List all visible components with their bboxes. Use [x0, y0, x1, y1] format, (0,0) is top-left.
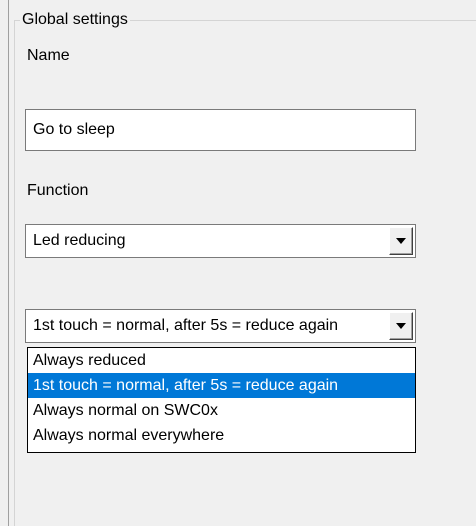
mode-select-value: 1st touch = normal, after 5s = reduce ag… [33, 317, 339, 334]
function-select[interactable]: Led reducing [25, 224, 416, 258]
function-label: Function [27, 182, 89, 199]
mode-dropdown-list[interactable]: Always reduced 1st touch = normal, after… [27, 347, 416, 453]
name-label: Name [27, 47, 70, 64]
dropdown-option[interactable]: Always normal on SWC0x [28, 398, 415, 423]
chevron-down-icon [396, 323, 406, 329]
chevron-down-icon [396, 238, 406, 244]
function-select-dropdown-button[interactable] [389, 227, 413, 255]
mode-select-dropdown-button[interactable] [389, 312, 413, 340]
panel-edge [8, 0, 9, 526]
function-select-value: Led reducing [33, 232, 126, 249]
groupbox-title: Global settings [20, 10, 130, 30]
dropdown-option[interactable]: Always normal everywhere [28, 423, 415, 448]
mode-select[interactable]: 1st touch = normal, after 5s = reduce ag… [25, 309, 416, 343]
name-input[interactable]: Go to sleep [25, 109, 416, 151]
settings-panel: Global settings Name Go to sleep Functio… [0, 0, 476, 526]
dropdown-option-highlighted[interactable]: 1st touch = normal, after 5s = reduce ag… [28, 373, 415, 398]
dropdown-option[interactable]: Always reduced [28, 348, 415, 373]
